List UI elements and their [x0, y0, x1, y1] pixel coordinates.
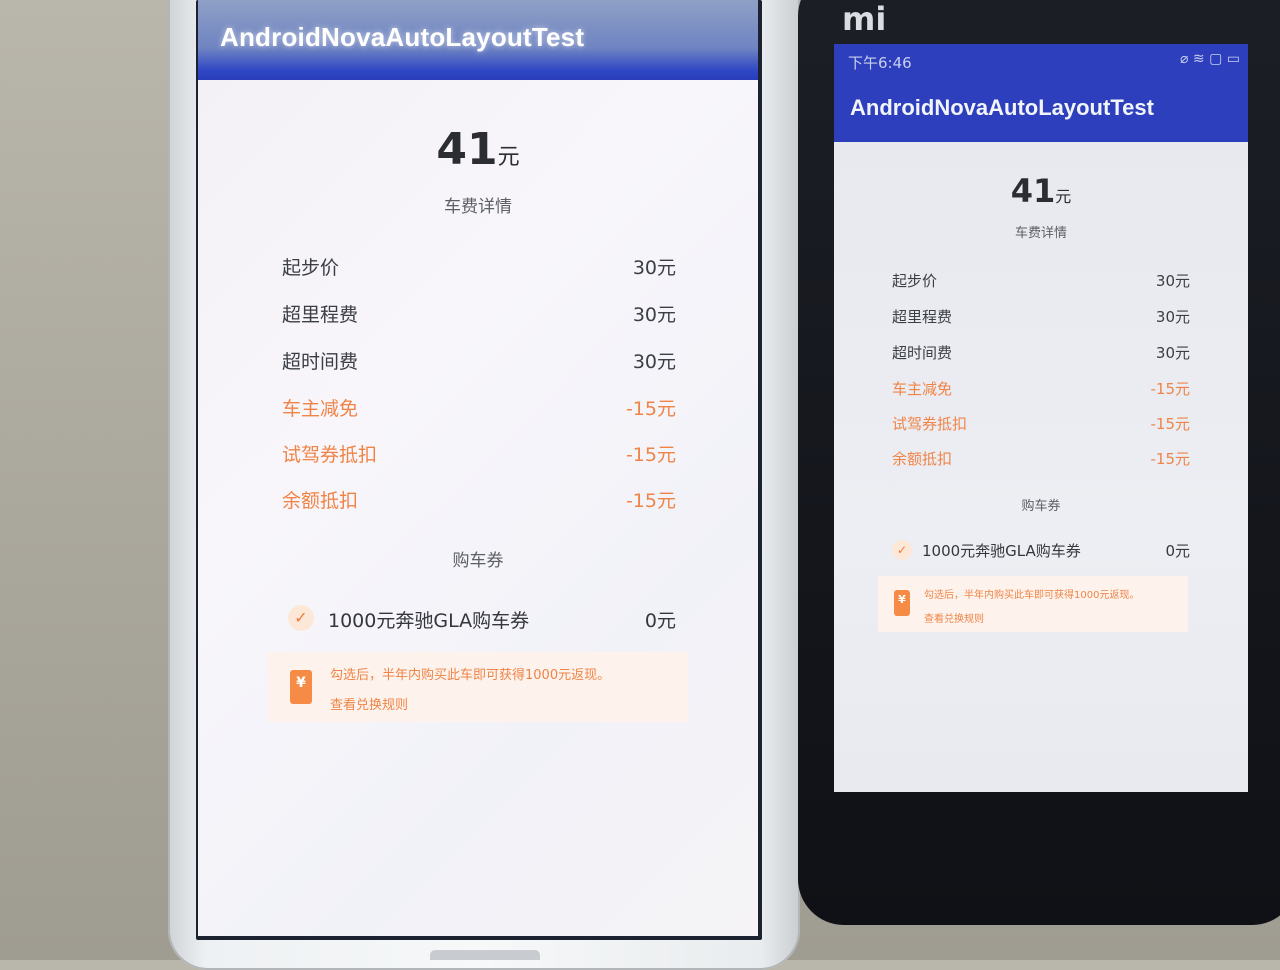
fare-detail-screen-left: 41元 车费详情 起步价 30元 超里程费 30元 超时间费 30元 车主减免 … [198, 80, 758, 936]
status-bar-right: 下午6:46 ⌀ ≋ ▢ ▭ [834, 44, 1248, 78]
check-icon[interactable]: ✓ [288, 605, 314, 631]
fare-row-value: 30元 [632, 351, 676, 373]
fare-row-value: 30元 [1155, 344, 1190, 362]
fare-row-test-drive-coupon: 试驾券抵扣 -15元 [282, 440, 676, 466]
fare-row-owner-discount: 车主减免 -15元 [892, 378, 1190, 398]
fare-row-base: 起步价 30元 [282, 253, 676, 279]
total-fare-right: 41元 [834, 172, 1248, 210]
fare-row-value: 30元 [632, 304, 676, 326]
status-time: 下午6:46 [848, 54, 912, 72]
notice-text: 勾选后，半年内购买此车即可获得1000元返现。 [330, 668, 611, 683]
fare-row-label: 试驾券抵扣 [282, 444, 378, 466]
exchange-rules-link[interactable]: 查看兑换规则 [924, 610, 984, 625]
total-unit: 元 [1055, 187, 1072, 206]
fare-row-value: -15元 [625, 398, 676, 420]
fare-row-label: 超里程费 [282, 304, 359, 326]
fare-row-label: 超时间费 [282, 351, 359, 373]
fare-row-label: 余额抵扣 [892, 450, 953, 468]
notice-text: 勾选后，半年内购买此车即可获得1000元返现。 [924, 590, 1140, 601]
fare-row-balance-deduction: 余额抵扣 -15元 [892, 448, 1190, 468]
coupon-value: 0元 [1165, 542, 1190, 560]
coupon-section-title: 购车券 [452, 551, 504, 571]
check-icon[interactable]: ✓ [892, 540, 912, 560]
fare-row-label: 超里程费 [892, 308, 953, 326]
ticket-yen-icon: ¥ [894, 590, 910, 616]
fare-row-value: 30元 [1155, 272, 1190, 290]
fare-row-extra-time: 超时间费 30元 [892, 342, 1190, 362]
fare-detail-screen-right: 41元 车费详情 起步价 30元 超里程费 30元 超时间费 30元 车主减免 … [834, 142, 1248, 792]
fare-row-owner-discount: 车主减免 -15元 [282, 394, 676, 420]
app-title-right: AndroidNovaAutoLayoutTest [850, 95, 1154, 120]
fare-row-value: -15元 [1150, 450, 1191, 468]
fare-row-value: -15元 [625, 490, 676, 512]
fare-row-base: 起步价 30元 [892, 270, 1190, 290]
fare-row-label: 超时间费 [892, 344, 953, 362]
coupon-label: 1000元奔驰GLA购车券 [922, 542, 1081, 560]
fare-row-value: -15元 [625, 444, 676, 466]
fare-detail-title: 车费详情 [1014, 226, 1067, 241]
coupon-notice: ¥ 勾选后，半年内购买此车即可获得1000元返现。 查看兑换规则 [878, 576, 1188, 632]
total-fare-left: 41元 [198, 124, 758, 175]
fare-row-value: -15元 [1150, 380, 1191, 398]
fare-row-label: 起步价 [282, 257, 340, 279]
coupon-section-title: 购车券 [1021, 499, 1061, 514]
total-amount: 41 [436, 124, 498, 175]
coupon-label: 1000元奔驰GLA购车券 [328, 610, 530, 632]
total-amount: 41 [1010, 172, 1056, 210]
app-bar-right: AndroidNovaAutoLayoutTest [834, 78, 1248, 142]
coupon-row[interactable]: ✓ 1000元奔驰GLA购车券 0元 [288, 605, 676, 632]
app-bar-left: AndroidNovaAutoLayoutTest [198, 0, 758, 80]
fare-row-value: -15元 [1150, 415, 1191, 433]
fare-row-test-drive-coupon: 试驾券抵扣 -15元 [892, 413, 1190, 433]
fare-row-extra-distance: 超里程费 30元 [282, 300, 676, 326]
fare-detail-title: 车费详情 [444, 197, 512, 217]
fare-row-label: 车主减免 [892, 380, 953, 398]
fare-row-extra-distance: 超里程费 30元 [892, 306, 1190, 326]
fare-row-balance-deduction: 余额抵扣 -15元 [282, 486, 676, 512]
brand-logo: mi [842, 0, 887, 38]
fare-row-label: 车主减免 [282, 398, 359, 420]
fare-row-label: 起步价 [892, 272, 938, 290]
exchange-rules-link[interactable]: 查看兑换规则 [330, 694, 408, 713]
coupon-notice: ¥ 勾选后，半年内购买此车即可获得1000元返现。 查看兑换规则 [268, 652, 688, 722]
app-title-left: AndroidNovaAutoLayoutTest [220, 22, 585, 52]
fare-row-label: 余额抵扣 [282, 490, 359, 512]
fare-row-value: 30元 [632, 257, 676, 279]
total-unit: 元 [497, 145, 520, 170]
coupon-row[interactable]: ✓ 1000元奔驰GLA购车券 0元 [892, 540, 1190, 560]
status-icons: ⌀ ≋ ▢ ▭ [1180, 51, 1240, 67]
home-button [430, 950, 540, 960]
fare-row-extra-time: 超时间费 30元 [282, 347, 676, 373]
coupon-value: 0元 [644, 610, 676, 632]
ticket-yen-icon: ¥ [290, 670, 312, 704]
fare-row-label: 试驾券抵扣 [892, 415, 968, 433]
fare-row-value: 30元 [1155, 308, 1190, 326]
